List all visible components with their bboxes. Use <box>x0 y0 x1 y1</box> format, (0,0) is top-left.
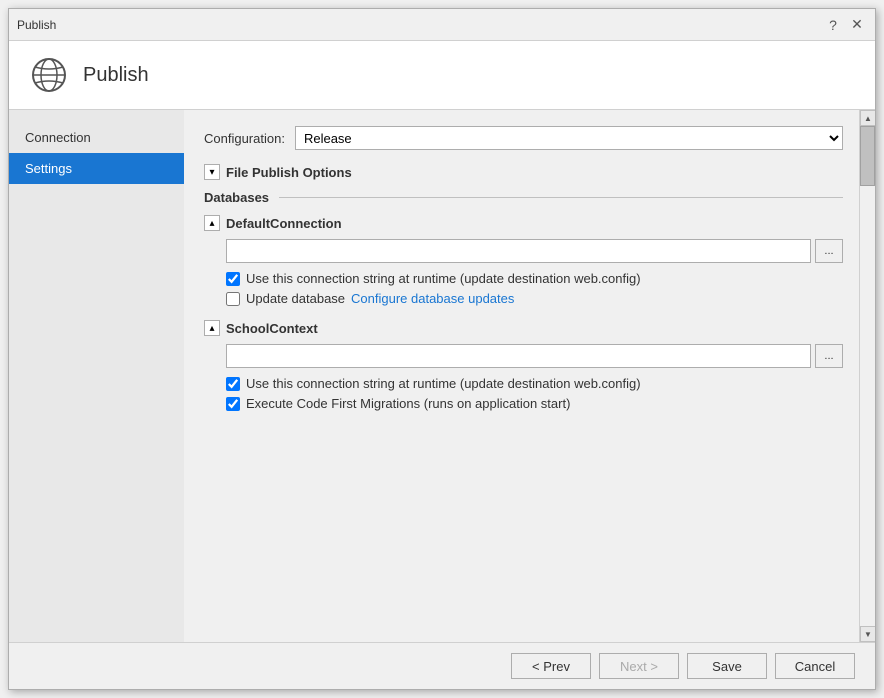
default-connection-use-runtime-checkbox[interactable] <box>226 272 240 286</box>
close-button[interactable]: ✕ <box>847 15 867 35</box>
school-context-use-runtime-row: Use this connection string at runtime (u… <box>226 376 843 391</box>
default-connection-input-row: ... <box>226 239 843 263</box>
sidebar-item-settings[interactable]: Settings <box>9 153 184 184</box>
databases-section: Databases ▴ DefaultConnection ... <box>204 190 843 411</box>
configuration-select-wrapper: Debug Release <box>295 126 843 150</box>
school-context-section: ▴ SchoolContext ... Use this connection … <box>204 320 843 411</box>
sidebar-item-settings-label: Settings <box>25 161 72 176</box>
sidebar-item-connection-label: Connection <box>25 130 91 145</box>
configuration-label: Configuration: <box>204 131 285 146</box>
default-connection-name: DefaultConnection <box>226 216 342 231</box>
sidebar: Connection Settings <box>9 110 184 642</box>
title-bar-buttons: ? ✕ <box>823 15 867 35</box>
school-context-collapse-btn[interactable]: ▴ <box>204 320 220 336</box>
save-button[interactable]: Save <box>687 653 767 679</box>
title-bar-left: Publish <box>17 18 56 32</box>
scroll-up-arrow[interactable]: ▲ <box>860 110 875 126</box>
school-context-browse-btn[interactable]: ... <box>815 344 843 368</box>
school-context-execute-migrations-row: Execute Code First Migrations (runs on a… <box>226 396 843 411</box>
school-context-input[interactable] <box>226 344 811 368</box>
school-context-execute-migrations-checkbox[interactable] <box>226 397 240 411</box>
default-connection-use-runtime-label: Use this connection string at runtime (u… <box>246 271 641 286</box>
prev-button[interactable]: < Prev <box>511 653 591 679</box>
default-connection-header: ▴ DefaultConnection <box>204 215 843 231</box>
default-connection-collapse-btn[interactable]: ▴ <box>204 215 220 231</box>
help-button[interactable]: ? <box>823 15 843 35</box>
title-bar-title: Publish <box>17 18 56 32</box>
file-publish-options-label: File Publish Options <box>226 165 352 180</box>
default-connection-update-db-label: Update database <box>246 291 345 306</box>
configuration-row: Configuration: Debug Release <box>204 126 843 150</box>
footer: < Prev Next > Save Cancel <box>9 642 875 689</box>
default-connection-input[interactable] <box>226 239 811 263</box>
scroll-track[interactable] <box>860 126 875 626</box>
collapse-arrow-icon: ▾ <box>209 167 214 178</box>
right-scrollbar[interactable]: ▲ ▼ <box>859 110 875 642</box>
school-context-name: SchoolContext <box>226 321 318 336</box>
dialog-header: Publish <box>9 41 875 110</box>
main-content: Configuration: Debug Release ▾ File Publ… <box>184 110 875 642</box>
school-context-collapse-icon: ▴ <box>209 323 214 334</box>
publish-dialog: Publish ? ✕ Publish Connection Se <box>8 8 876 690</box>
scroll-down-arrow[interactable]: ▼ <box>860 626 875 642</box>
school-context-input-row: ... <box>226 344 843 368</box>
school-context-header: ▴ SchoolContext <box>204 320 843 336</box>
default-connection-use-runtime-row: Use this connection string at runtime (u… <box>226 271 843 286</box>
databases-label-text: Databases <box>204 190 269 205</box>
school-context-use-runtime-checkbox[interactable] <box>226 377 240 391</box>
file-publish-collapse-btn[interactable]: ▾ <box>204 164 220 180</box>
default-connection-update-db-checkbox[interactable] <box>226 292 240 306</box>
next-button[interactable]: Next > <box>599 653 679 679</box>
default-connection-update-db-row: Update database Configure database updat… <box>226 291 843 306</box>
header-title: Publish <box>83 64 149 87</box>
configuration-select[interactable]: Debug Release <box>295 126 843 150</box>
default-connection-browse-btn[interactable]: ... <box>815 239 843 263</box>
sidebar-item-connection[interactable]: Connection <box>9 122 184 153</box>
title-bar: Publish ? ✕ <box>9 9 875 41</box>
publish-icon <box>29 55 69 95</box>
school-context-execute-migrations-label: Execute Code First Migrations (runs on a… <box>246 396 570 411</box>
cancel-button[interactable]: Cancel <box>775 653 855 679</box>
scroll-area[interactable]: Configuration: Debug Release ▾ File Publ… <box>184 110 875 642</box>
school-context-use-runtime-label: Use this connection string at runtime (u… <box>246 376 641 391</box>
configure-database-updates-link[interactable]: Configure database updates <box>351 291 514 306</box>
default-connection-section: ▴ DefaultConnection ... Use this connect… <box>204 215 843 306</box>
default-connection-collapse-icon: ▴ <box>209 218 214 229</box>
file-publish-options-section: ▾ File Publish Options <box>204 164 843 180</box>
scroll-thumb[interactable] <box>860 126 875 186</box>
databases-label: Databases <box>204 190 843 205</box>
dialog-body: Connection Settings Configuration: Debug… <box>9 110 875 642</box>
